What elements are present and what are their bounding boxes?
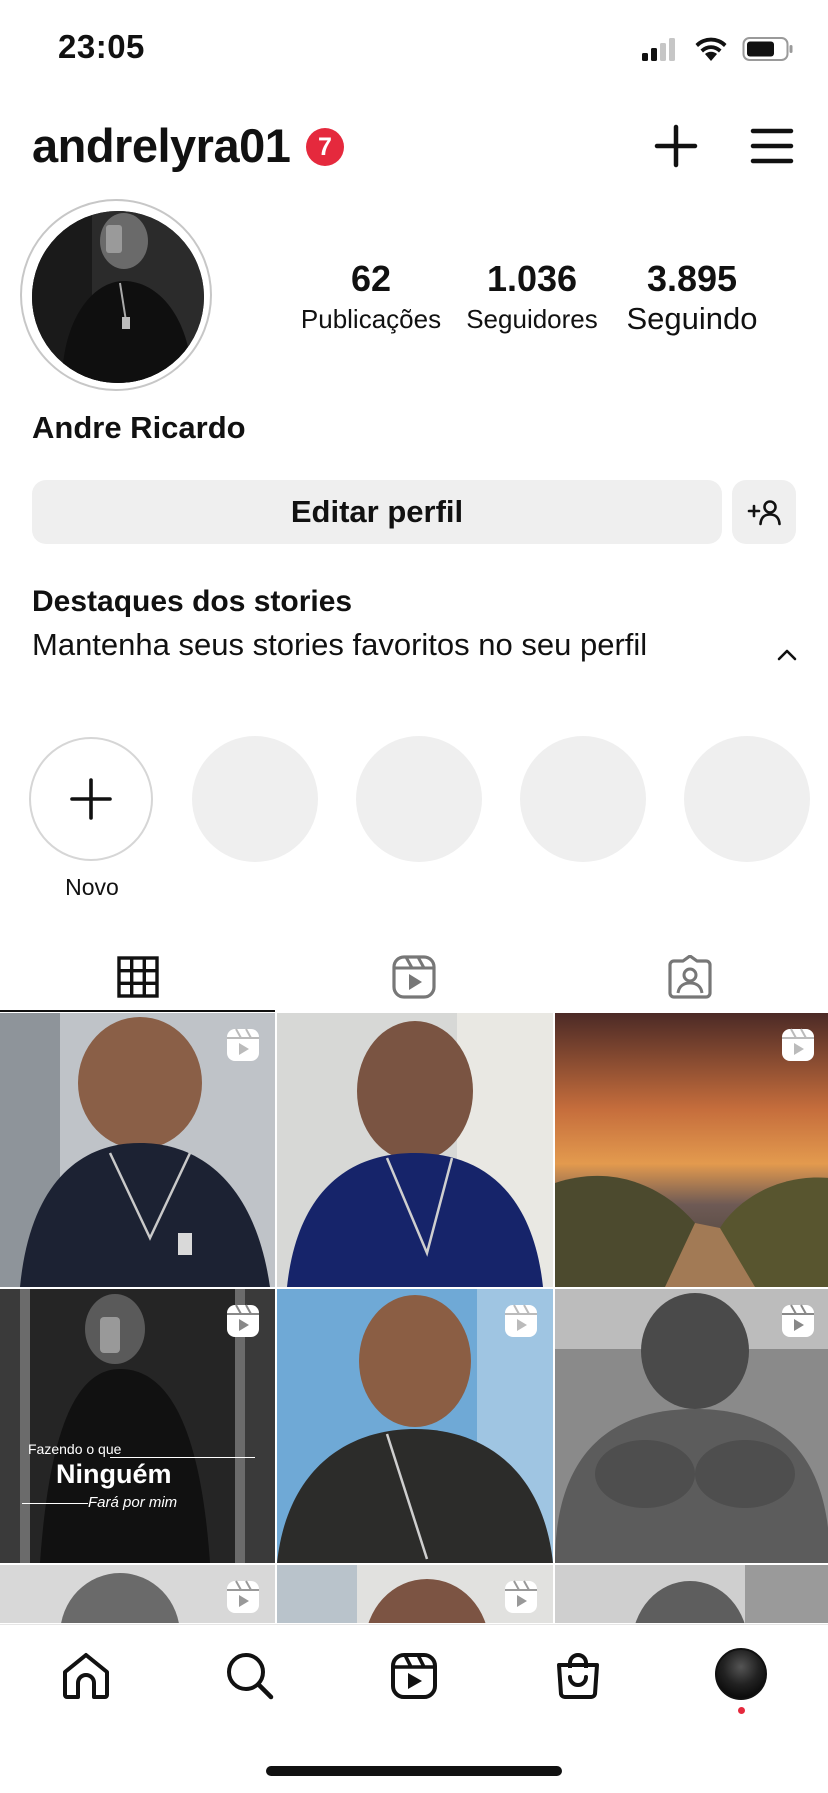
reels-icon	[782, 1028, 814, 1061]
stat-followers-label: Seguidores	[466, 304, 598, 334]
stat-followers-value: 1.036	[486, 258, 578, 299]
display-name: Andre Ricardo	[32, 410, 246, 445]
search-icon	[227, 1653, 274, 1700]
stat-following-label: Seguindo	[626, 301, 758, 336]
reels-icon	[227, 1304, 259, 1337]
highlights-description: Mantenha seus stories favoritos no seu p…	[32, 627, 648, 662]
plus-icon	[654, 124, 698, 168]
reels-icon	[227, 1028, 259, 1061]
wifi-icon	[695, 37, 727, 61]
stat-posts[interactable]: 62 Publicações	[296, 258, 446, 335]
profile-avatar[interactable]	[32, 211, 204, 383]
reels-icon	[505, 1580, 537, 1613]
post-caption-line: Fará por mim	[88, 1494, 178, 1511]
stat-following[interactable]: 3.895 Seguindo	[618, 258, 766, 337]
post-thumbnail[interactable]	[277, 1565, 553, 1623]
highlights-collapse-button[interactable]	[772, 640, 802, 670]
hamburger-menu-icon	[750, 128, 794, 164]
status-icons	[640, 36, 794, 62]
post-image	[555, 1565, 828, 1623]
avatar-photo	[32, 211, 204, 383]
shop-icon	[557, 1653, 599, 1699]
post-thumbnail[interactable]	[277, 1289, 553, 1563]
home-indicator	[266, 1766, 562, 1776]
grid-icon	[117, 956, 159, 998]
nav-shop[interactable]	[548, 1646, 608, 1706]
caption-underline	[110, 1457, 255, 1458]
nav-profile-avatar[interactable]	[715, 1648, 767, 1700]
signal-icon	[642, 38, 675, 61]
chevron-up-icon	[777, 649, 797, 661]
nav-reels[interactable]	[384, 1646, 444, 1706]
highlights-title: Destaques dos stories	[32, 585, 353, 618]
notification-dot	[738, 1707, 745, 1714]
stat-following-value: 3.895	[646, 258, 738, 299]
post-thumbnail[interactable]	[0, 1013, 275, 1287]
highlight-placeholder	[356, 736, 482, 862]
discover-people-button[interactable]	[732, 480, 796, 544]
add-person-icon	[747, 500, 781, 526]
post-thumbnail[interactable]: Fazendo o que Ninguém Fará por mim	[0, 1289, 275, 1563]
post-thumbnail[interactable]	[277, 1013, 553, 1287]
new-highlight-button[interactable]	[29, 737, 153, 861]
reels-icon	[227, 1580, 259, 1613]
active-tab-indicator	[0, 1010, 275, 1012]
reels-icon	[782, 1304, 814, 1337]
edit-profile-button[interactable]: Editar perfil	[32, 480, 722, 544]
create-button[interactable]	[652, 122, 700, 170]
status-time: 23:05	[58, 28, 145, 65]
plus-icon	[70, 778, 112, 820]
highlight-placeholder	[520, 736, 646, 862]
post-caption-line: Fazendo o que	[28, 1441, 122, 1457]
post-thumbnail[interactable]	[555, 1013, 828, 1287]
home-icon	[63, 1653, 109, 1699]
profile-username[interactable]: andrelyra01	[32, 118, 291, 173]
posts-grid: Fazendo o que Ninguém Fará por mim	[0, 1013, 828, 1623]
menu-button[interactable]	[748, 122, 796, 170]
tagged-icon	[668, 955, 712, 999]
notification-badge[interactable]: 7	[306, 128, 344, 166]
stat-followers[interactable]: 1.036 Seguidores	[456, 258, 608, 335]
post-thumbnail[interactable]	[0, 1565, 275, 1623]
post-thumbnail[interactable]	[555, 1565, 828, 1623]
nav-home[interactable]	[56, 1646, 116, 1706]
reels-icon	[505, 1304, 537, 1337]
caption-underline	[22, 1503, 88, 1504]
stat-posts-value: 62	[350, 258, 392, 299]
battery-icon	[742, 37, 793, 61]
tab-tagged[interactable]	[552, 942, 828, 1012]
highlight-placeholder	[192, 736, 318, 862]
reels-icon	[391, 1653, 437, 1699]
tab-posts-grid[interactable]	[0, 942, 276, 1012]
highlight-placeholder	[684, 736, 810, 862]
post-image	[277, 1013, 553, 1287]
post-thumbnail[interactable]	[555, 1289, 828, 1563]
post-caption-title: Ninguém	[56, 1459, 172, 1489]
stat-posts-label: Publicações	[300, 304, 442, 334]
reels-icon	[392, 955, 436, 999]
tab-reels[interactable]	[276, 942, 552, 1012]
nav-search[interactable]	[220, 1646, 280, 1706]
new-highlight-label: Novo	[65, 874, 119, 900]
